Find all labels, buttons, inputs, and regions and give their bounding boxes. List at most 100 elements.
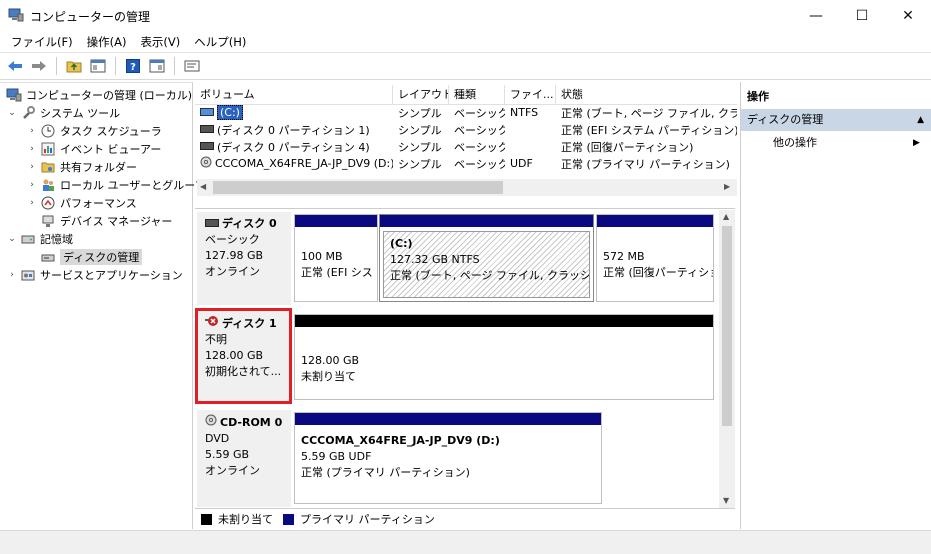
partition-recovery[interactable]: 572 MB 正常 (回復パーティショ bbox=[596, 214, 714, 302]
table-row[interactable]: (ディスク 0 パーティション 1) シンプル ベーシック 正常 (EFI シス… bbox=[195, 121, 737, 138]
forward-arrow-icon[interactable] bbox=[28, 55, 50, 77]
menu-file[interactable]: ファイル(F) bbox=[4, 34, 80, 50]
chevron-right-icon[interactable]: › bbox=[26, 180, 38, 190]
unallocated-bar bbox=[295, 315, 713, 327]
partition-unallocated[interactable]: 128.00 GB 未割り当て bbox=[294, 314, 714, 400]
tree-item-label: デバイス マネージャー bbox=[60, 215, 173, 228]
tree-item-services-applications[interactable]: › サービスとアプリケーション bbox=[6, 266, 183, 284]
disk-0-label[interactable]: ディスク 0 ベーシック 127.98 GB オンライン bbox=[197, 212, 291, 305]
primary-legend-swatch bbox=[283, 513, 294, 525]
volume-name: (C:) bbox=[217, 105, 243, 120]
disk-status: オンライン bbox=[205, 464, 260, 477]
tree-item-device-manager[interactable]: デバイス マネージャー bbox=[26, 212, 172, 230]
menu-view[interactable]: 表示(V) bbox=[133, 34, 187, 50]
primary-partition-bar bbox=[380, 215, 593, 227]
disk-drive-icon bbox=[205, 216, 219, 232]
tree-item-disk-management[interactable]: ディスクの管理 bbox=[26, 248, 143, 266]
show-hide-tree-icon[interactable] bbox=[87, 55, 109, 77]
disk-vertical-scrollbar[interactable]: ▲ ▼ bbox=[719, 210, 735, 509]
volume-horizontal-scrollbar[interactable]: ◀ ▶ bbox=[197, 179, 737, 196]
tree-item-computer-management[interactable]: コンピューターの管理 (ローカル) bbox=[4, 86, 192, 104]
column-header-volume[interactable]: ボリューム bbox=[195, 85, 393, 105]
cdrom-icon bbox=[205, 414, 217, 431]
back-arrow-icon[interactable] bbox=[4, 55, 26, 77]
legend: 未割り当て プライマリ パーティション bbox=[195, 508, 735, 529]
table-row[interactable]: CCCOMA_X64FRE_JA-JP_DV9 (D:) シンプル ベーシック … bbox=[195, 155, 737, 172]
chevron-right-icon[interactable]: › bbox=[26, 126, 38, 136]
volume-name: (ディスク 0 パーティション 1) bbox=[217, 123, 370, 137]
tree-item-system-tools[interactable]: ⌄ システム ツール bbox=[6, 104, 120, 122]
tree-item-label: ディスクの管理 bbox=[60, 249, 143, 265]
disk-status: オンライン bbox=[205, 265, 260, 278]
tree-item-label: タスク スケジューラ bbox=[60, 125, 162, 138]
menu-help[interactable]: ヘルプ(H) bbox=[187, 34, 253, 50]
collapse-up-icon[interactable]: ▲ bbox=[917, 109, 924, 131]
minimize-button[interactable]: — bbox=[793, 0, 839, 31]
storage-icon bbox=[20, 232, 36, 246]
device-manager-icon bbox=[40, 214, 56, 228]
partition-status: 正常 (EFI シス bbox=[301, 266, 373, 279]
properties-icon[interactable] bbox=[181, 55, 203, 77]
tree-item-label: システム ツール bbox=[40, 107, 121, 120]
partition-size: 100 MB bbox=[301, 250, 343, 263]
disk-name: ディスク 0 bbox=[222, 217, 277, 230]
more-actions-item[interactable]: 他の操作 ▶ bbox=[773, 134, 923, 152]
volume-layout: シンプル bbox=[398, 123, 442, 137]
primary-partition-bar bbox=[597, 215, 713, 227]
volume-name: (ディスク 0 パーティション 4) bbox=[217, 140, 370, 154]
disk-size: 5.59 GB bbox=[205, 448, 250, 461]
up-folder-icon[interactable] bbox=[63, 55, 85, 77]
scrollbar-thumb[interactable] bbox=[722, 226, 732, 426]
volume-layout: シンプル bbox=[398, 140, 442, 154]
scroll-up-icon[interactable]: ▲ bbox=[723, 212, 729, 221]
disk-name: CD-ROM 0 bbox=[220, 415, 283, 429]
column-header-filesystem[interactable]: ファイ... bbox=[505, 85, 556, 105]
partition-size: 127.32 GB NTFS bbox=[390, 253, 480, 266]
tree-item-performance[interactable]: › パフォーマンス bbox=[26, 194, 137, 212]
tree-item-event-viewer[interactable]: › イベント ビューアー bbox=[26, 140, 161, 158]
close-button[interactable]: ✕ bbox=[885, 0, 931, 31]
legend-primary: プライマリ パーティション bbox=[300, 513, 435, 526]
scrollbar-thumb[interactable] bbox=[213, 181, 503, 194]
tree-item-shared-folders[interactable]: › 共有フォルダー bbox=[26, 158, 137, 176]
shared-folder-icon bbox=[40, 160, 56, 174]
volume-filesystem: NTFS bbox=[510, 106, 539, 119]
actions-section-disk-management[interactable]: ディスクの管理 ▲ bbox=[741, 109, 931, 131]
tree-item-local-users[interactable]: › ローカル ユーザーとグループ bbox=[26, 176, 205, 194]
column-header-status[interactable]: 状態 bbox=[556, 85, 737, 105]
tree-item-task-scheduler[interactable]: › タスク スケジューラ bbox=[26, 122, 162, 140]
tree-item-label: 記憶域 bbox=[40, 233, 73, 246]
chevron-right-icon[interactable]: › bbox=[26, 198, 38, 208]
help-icon[interactable]: ? bbox=[122, 55, 144, 77]
table-row[interactable]: (C:) シンプル ベーシック NTFS 正常 (ブート, ページ ファイル, … bbox=[195, 104, 737, 121]
volume-status: 正常 (ブート, ページ ファイル, クラッシュ bbox=[561, 106, 737, 120]
partition-size: 128.00 GB bbox=[301, 354, 360, 367]
column-header-layout[interactable]: レイアウト bbox=[393, 85, 449, 105]
tree-item-label: パフォーマンス bbox=[60, 197, 137, 210]
table-row[interactable]: (ディスク 0 パーティション 4) シンプル ベーシック 正常 (回復パーティ… bbox=[195, 138, 737, 155]
partition-title: CCCOMA_X64FRE_JA-JP_DV9 (D:) bbox=[301, 434, 500, 447]
cdrom-icon bbox=[200, 156, 212, 171]
partition-dvd[interactable]: CCCOMA_X64FRE_JA-JP_DV9 (D:) 5.59 GB UDF… bbox=[294, 412, 602, 504]
partition-size: 572 MB bbox=[603, 250, 645, 263]
partition-c-drive[interactable]: (C:) 127.32 GB NTFS 正常 (ブート, ページ ファイル, ク… bbox=[379, 214, 594, 302]
legend-unallocated: 未割り当て bbox=[218, 513, 273, 526]
window-title: コンピューターの管理 bbox=[30, 10, 151, 24]
chevron-down-icon[interactable]: ⌄ bbox=[6, 234, 18, 244]
scroll-right-icon[interactable]: ▶ bbox=[724, 182, 730, 191]
chevron-down-icon[interactable]: ⌄ bbox=[6, 108, 18, 118]
chevron-right-icon[interactable]: › bbox=[6, 270, 18, 280]
volume-drive-icon bbox=[200, 140, 214, 153]
cdrom-0-label[interactable]: CD-ROM 0 DVD 5.59 GB オンライン bbox=[197, 410, 291, 507]
menu-action[interactable]: 操作(A) bbox=[80, 34, 134, 50]
column-header-type[interactable]: 種類 bbox=[449, 85, 505, 105]
chevron-right-icon[interactable]: › bbox=[26, 144, 38, 154]
tree-item-storage[interactable]: ⌄ 記憶域 bbox=[6, 230, 73, 248]
computer-icon bbox=[6, 88, 22, 102]
scroll-down-icon[interactable]: ▼ bbox=[723, 496, 729, 505]
maximize-button[interactable]: ☐ bbox=[839, 0, 885, 31]
chevron-right-icon[interactable]: › bbox=[26, 162, 38, 172]
scroll-left-icon[interactable]: ◀ bbox=[200, 182, 206, 191]
show-hide-action-pane-icon[interactable] bbox=[146, 55, 168, 77]
partition-efi[interactable]: 100 MB 正常 (EFI シス bbox=[294, 214, 378, 302]
